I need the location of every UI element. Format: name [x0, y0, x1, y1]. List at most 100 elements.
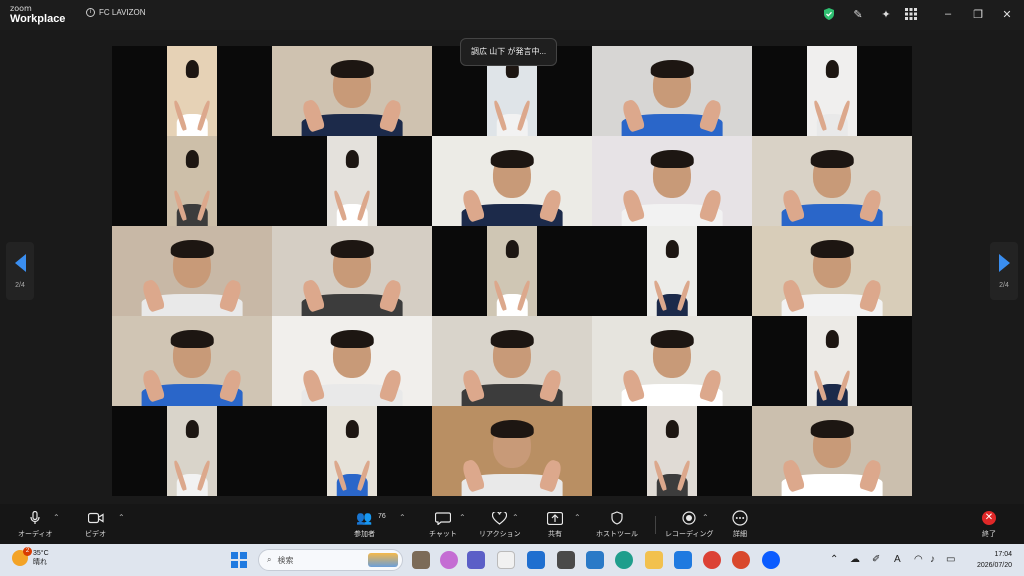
mail-icon[interactable] [674, 551, 692, 569]
share-screen-icon [547, 510, 563, 526]
participant-video-feed [167, 136, 217, 226]
participant-video-tile[interactable] [592, 46, 752, 136]
participant-hair [810, 150, 854, 169]
participant-video-feed [432, 316, 592, 406]
participant-video-tile[interactable] [592, 226, 752, 316]
previous-page-button[interactable]: 2/4 [6, 242, 34, 300]
more-button[interactable]: 詳細 [732, 510, 748, 539]
record-options-caret[interactable]: ⌃ [702, 513, 709, 522]
file-explorer-icon[interactable] [645, 551, 663, 569]
participant-video-tile[interactable] [432, 406, 592, 496]
share-options-caret[interactable]: ⌃ [574, 513, 581, 522]
participant-video-tile[interactable] [432, 316, 592, 406]
ime-icon[interactable]: A [894, 554, 901, 565]
participant-video-tile[interactable] [752, 46, 912, 136]
participant-video-tile[interactable] [592, 136, 752, 226]
cloud-icon[interactable]: ☁ [850, 554, 860, 565]
remote-desktop-icon[interactable] [586, 551, 604, 569]
participant-video-tile[interactable] [752, 226, 912, 316]
zoom-icon[interactable] [762, 551, 780, 569]
participants-icon: 👥 [356, 510, 373, 525]
whiteboard-pen-icon[interactable]: ✎ [850, 6, 866, 22]
minimize-icon[interactable]: – [940, 6, 956, 22]
participant-video-tile[interactable] [272, 226, 432, 316]
shield-icon [611, 510, 623, 526]
participant-hair [665, 240, 679, 259]
record-label: レコーディング [665, 531, 714, 538]
video-button[interactable]: ビデオ [85, 510, 106, 539]
participant-hair [650, 330, 694, 349]
store-icon[interactable] [497, 551, 515, 569]
task-view-icon[interactable] [412, 551, 430, 569]
battery-icon[interactable]: ▭ [946, 554, 955, 565]
next-page-button[interactable]: 2/4 [990, 242, 1018, 300]
participant-video-tile[interactable] [592, 316, 752, 406]
page-indicator: 2/4 [999, 281, 1009, 289]
participant-video-tile[interactable] [752, 406, 912, 496]
participant-video-tile[interactable] [272, 406, 432, 496]
participant-video-tile[interactable] [112, 316, 272, 406]
end-meeting-button[interactable]: ✕ 終了 [982, 510, 996, 539]
teams-icon[interactable] [467, 551, 485, 569]
participant-video-feed [752, 406, 912, 496]
participant-video-feed [272, 226, 432, 316]
participants-label: 参加者 [354, 531, 375, 538]
microphone-icon [30, 510, 40, 526]
participant-hair [505, 240, 519, 259]
edge-icon[interactable] [615, 551, 633, 569]
audio-button[interactable]: オーディオ [18, 510, 53, 539]
participant-video-tile[interactable] [112, 226, 272, 316]
participant-video-tile[interactable] [592, 406, 752, 496]
powerpoint-icon[interactable] [732, 551, 750, 569]
host-tools-button[interactable]: ホストツール [596, 510, 638, 539]
participant-hair [490, 420, 534, 439]
participants-options-caret[interactable]: ⌃ [399, 513, 406, 522]
participant-video-tile[interactable] [432, 136, 592, 226]
wifi-icon[interactable]: ◠ [914, 554, 923, 565]
participant-figure [652, 406, 692, 496]
end-x-icon: ✕ [982, 511, 996, 525]
participant-figure [776, 136, 888, 226]
audio-options-caret[interactable]: ⌃ [53, 513, 60, 522]
outlook-icon[interactable] [527, 551, 545, 569]
pen-icon[interactable]: ✐ [872, 554, 880, 565]
participant-video-tile[interactable] [272, 46, 432, 136]
participant-video-tile[interactable] [752, 136, 912, 226]
share-button[interactable]: 共有 [547, 510, 563, 539]
meeting-info-button[interactable]: i FC LAVIZON [86, 8, 146, 17]
participant-video-tile[interactable] [752, 316, 912, 406]
ai-companion-icon[interactable]: ✦ [878, 6, 894, 22]
close-icon[interactable]: ✕ [999, 6, 1015, 22]
taskbar-clock[interactable]: 17:04 2026/07/20 [977, 549, 1012, 571]
meeting-name: FC LAVIZON [99, 8, 146, 17]
participant-hair [330, 240, 374, 259]
show-hidden-icons[interactable]: ⌃ [830, 554, 838, 565]
toolbar-divider [655, 516, 656, 534]
video-options-caret[interactable]: ⌃ [118, 513, 125, 522]
participant-video-tile[interactable] [272, 136, 432, 226]
chat-options-caret[interactable]: ⌃ [459, 513, 466, 522]
photos-icon[interactable] [557, 551, 575, 569]
view-grid-icon[interactable] [905, 6, 917, 22]
participant-figure [136, 316, 248, 406]
participant-video-tile[interactable] [112, 46, 272, 136]
participant-video-tile[interactable] [112, 136, 272, 226]
participant-video-tile[interactable] [112, 406, 272, 496]
more-label: 詳細 [733, 531, 747, 538]
chat-bubble-icon [434, 510, 451, 526]
chrome-icon[interactable] [703, 551, 721, 569]
participant-video-tile[interactable] [272, 316, 432, 406]
copilot-icon[interactable] [440, 551, 458, 569]
reactions-options-caret[interactable]: ⌃ [512, 513, 519, 522]
weather-widget[interactable]: 2 35°C 晴れ [12, 547, 49, 567]
chat-button[interactable]: チャット [429, 510, 457, 539]
participant-figure [172, 406, 212, 496]
participant-video-tile[interactable] [432, 226, 592, 316]
volume-icon[interactable]: ♪ [930, 554, 935, 565]
participants-button[interactable]: 👥 参加者 [354, 510, 375, 539]
restore-icon[interactable]: ❐ [970, 6, 986, 22]
participant-figure [616, 46, 728, 136]
taskbar-search-box[interactable]: ⌕ 検索 [258, 549, 403, 571]
windows-start-icon[interactable] [231, 552, 247, 568]
security-shield-icon[interactable] [822, 6, 836, 22]
